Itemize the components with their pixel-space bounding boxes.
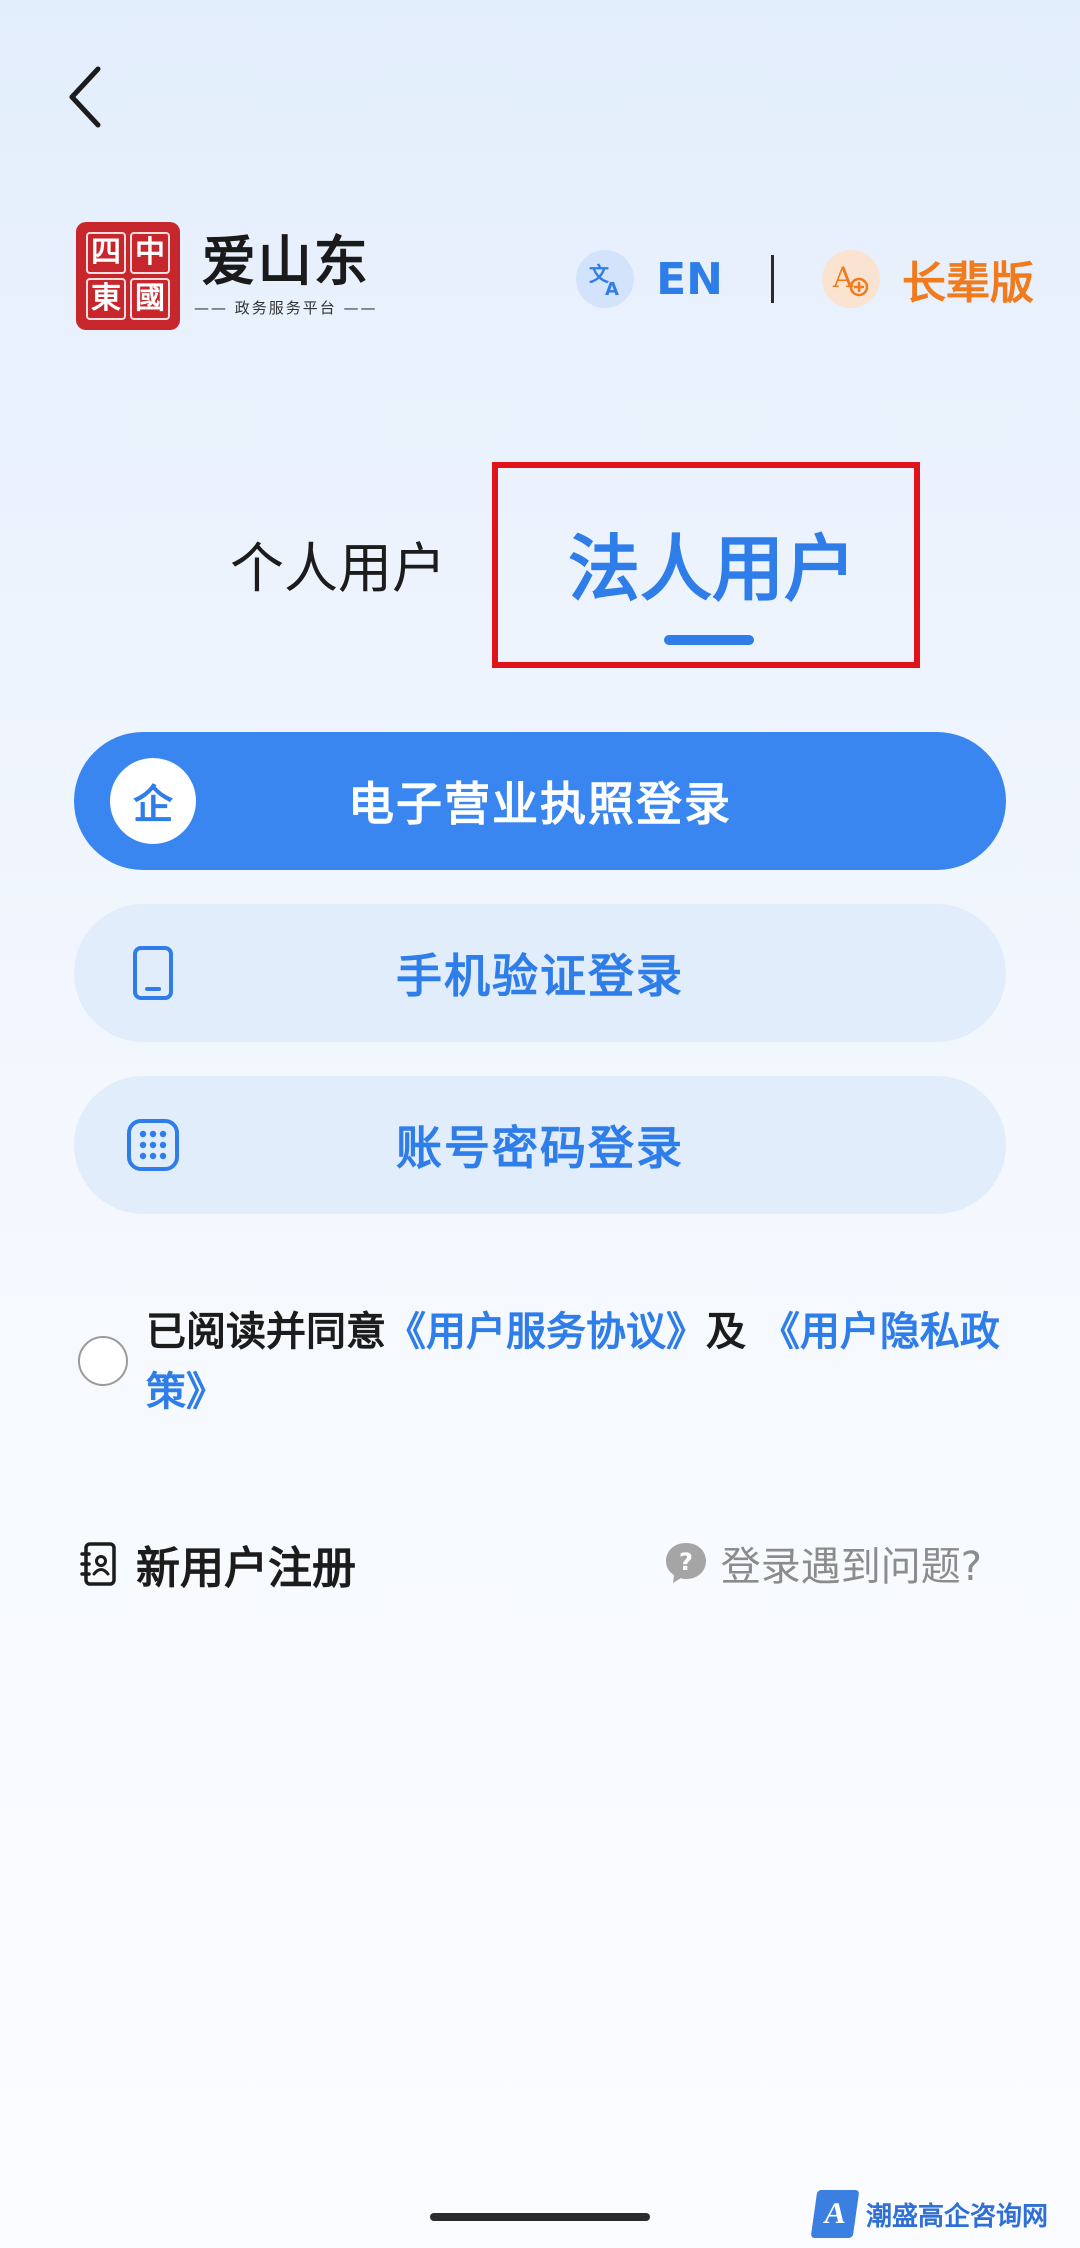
svg-text:?: ? xyxy=(679,1548,693,1576)
seal-char: 中 xyxy=(130,232,170,274)
elder-mode-label: 长辈版 xyxy=(902,258,1034,309)
brand-name: 爱山东 xyxy=(201,230,370,294)
home-indicator[interactable] xyxy=(430,2213,650,2221)
seal-logo: 四 中 東 國 xyxy=(76,222,180,330)
agreement-prefix: 已阅读并同意 xyxy=(146,1309,386,1355)
enterprise-icon-char: 企 xyxy=(110,758,196,844)
login-help-link[interactable]: ? 登录遇到问题? xyxy=(663,1534,982,1592)
watermark-text: 潮盛高企咨询网 xyxy=(865,2201,1048,2232)
phone-icon xyxy=(108,928,198,1018)
header-divider xyxy=(771,255,774,303)
watermark: A 潮盛高企咨询网 xyxy=(810,2190,1048,2238)
back-button[interactable] xyxy=(56,62,116,132)
app-logo: 四 中 東 國 爱山东 —— 政务服务平台 —— xyxy=(76,222,378,330)
agreement-checkbox[interactable] xyxy=(78,1336,128,1386)
business-license-login-label: 电子营业执照登录 xyxy=(348,777,732,831)
service-agreement-link[interactable]: 《用户服务协议》 xyxy=(386,1309,706,1355)
seal-char: 東 xyxy=(86,278,126,320)
phone-login-button[interactable]: 手机验证登录 xyxy=(74,904,1006,1042)
login-help-label: 登录遇到问题? xyxy=(720,1544,982,1590)
account-password-login-label: 账号密码登录 xyxy=(396,1121,684,1175)
annotation-highlight-box xyxy=(492,462,920,668)
keypad-icon xyxy=(108,1100,198,1190)
language-label: EN xyxy=(656,253,723,305)
chevron-left-icon xyxy=(69,66,101,128)
font-size-icon: A xyxy=(822,250,880,308)
enterprise-icon: 企 xyxy=(108,756,198,846)
brand-subtitle: —— 政务服务平台 —— xyxy=(194,298,378,317)
seal-char: 國 xyxy=(130,278,170,320)
register-link[interactable]: 新用户注册 xyxy=(80,1532,356,1596)
seal-char: 四 xyxy=(86,232,126,274)
agreement-text: 已阅读并同意《用户服务协议》及 《用户隐私政策》 xyxy=(146,1302,1056,1422)
register-label: 新用户注册 xyxy=(136,1543,356,1594)
business-license-login-button[interactable]: 企 电子营业执照登录 xyxy=(74,732,1006,870)
svg-text:A: A xyxy=(605,279,619,299)
header-actions: 文 A EN A 长辈版 xyxy=(576,244,1034,314)
account-password-login-button[interactable]: 账号密码登录 xyxy=(74,1076,1006,1214)
translate-icon: 文 A xyxy=(576,250,635,308)
question-bubble-icon: ? xyxy=(665,1543,706,1583)
phone-login-label: 手机验证登录 xyxy=(396,949,684,1003)
language-switch[interactable]: 文 A EN xyxy=(576,250,723,308)
watermark-logo: A xyxy=(810,2190,860,2238)
tab-personal-user[interactable]: 个人用户 xyxy=(230,524,446,603)
contact-book-icon xyxy=(80,1542,116,1586)
agreement-conjunction: 及 xyxy=(706,1309,746,1355)
elder-mode-switch[interactable]: A 长辈版 xyxy=(822,247,1034,311)
